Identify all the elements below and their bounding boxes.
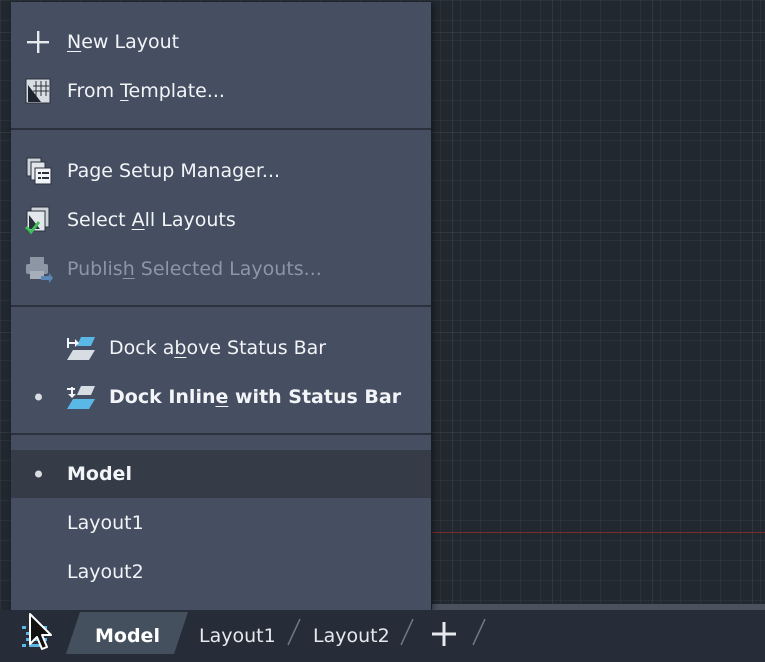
layout-list-item-label: Layout2 (67, 561, 144, 583)
tab-label: Layout2 (313, 625, 390, 647)
tab-separator (472, 618, 486, 646)
publish-selected-layouts-item: Publish Selected Layouts... (11, 245, 431, 293)
plus-icon[interactable] (430, 620, 458, 648)
page-setup-manager-label: Page Setup Manager... (67, 160, 281, 182)
layout-list-item-layout1[interactable]: Layout1 (11, 499, 431, 547)
template-icon (25, 78, 51, 104)
layout-list-item-model[interactable]: Model (11, 450, 431, 498)
dock-above-icon (67, 337, 95, 360)
grid-line (752, 0, 753, 610)
select-all-layouts-item[interactable]: Select All Layouts (11, 196, 431, 244)
from-template-item[interactable]: From Template... (11, 67, 431, 115)
x-axis-line (432, 532, 765, 533)
layout-tab-bar: Model Layout1 Layout2 (0, 610, 765, 662)
grid-line (652, 0, 653, 610)
checked-bullet-icon (35, 393, 42, 401)
tab-model[interactable]: Model (95, 610, 160, 662)
grid-line (452, 0, 453, 610)
from-template-label: From Template... (67, 80, 225, 102)
mouse-cursor-icon (29, 613, 52, 650)
tab-label: Layout1 (199, 625, 276, 647)
new-layout-item[interactable]: New Layout (11, 18, 431, 66)
grid-line (552, 0, 553, 610)
dock-above-status-bar-item[interactable]: Dock above Status Bar (11, 324, 431, 372)
publish-icon (26, 257, 53, 283)
dock-inline-with-status-bar-label: Dock Inline with Status Bar (109, 386, 402, 408)
new-layout-label: New Layout (67, 31, 180, 53)
menu-divider (11, 433, 431, 435)
tab-label: Model (95, 625, 160, 647)
dock-above-status-bar-label: Dock above Status Bar (109, 337, 327, 359)
tab-layout2[interactable]: Layout2 (313, 610, 390, 662)
layout-list-item-layout2[interactable]: Layout2 (11, 548, 431, 596)
page-setup-manager-item[interactable]: Page Setup Manager... (11, 147, 431, 195)
publish-selected-layouts-label: Publish Selected Layouts... (67, 258, 322, 280)
plus-icon (27, 31, 49, 53)
page-setup-icon (26, 157, 52, 185)
tab-separator (287, 618, 301, 646)
select-all-layouts-icon (24, 206, 50, 235)
dock-inline-with-status-bar-item[interactable]: Dock Inline with Status Bar (11, 373, 431, 421)
checked-bullet-icon (35, 470, 42, 478)
menu-divider (11, 305, 431, 307)
select-all-layouts-label: Select All Layouts (67, 209, 236, 231)
menu-divider (11, 128, 431, 130)
layout-list-item-label: Layout1 (67, 512, 144, 534)
tab-separator (400, 618, 414, 646)
dock-inline-icon (67, 386, 95, 409)
layout-list-item-label: Model (67, 463, 132, 485)
layout-context-menu: New Layout From Template... Page Setup M… (11, 2, 431, 610)
tab-layout1[interactable]: Layout1 (199, 610, 276, 662)
